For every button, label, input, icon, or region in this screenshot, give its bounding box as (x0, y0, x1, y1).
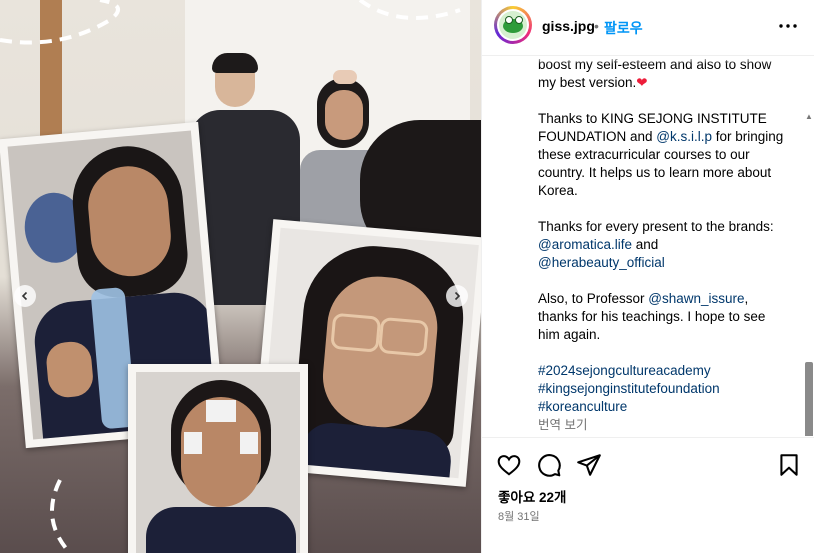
post-date[interactable]: 8월 31일 (498, 508, 540, 524)
avatar[interactable] (494, 6, 532, 44)
scroll-up-arrow-icon[interactable]: ▲ (805, 112, 813, 121)
caption-paragraph-2: Thanks to KING SEJONG INSTITUTE FOUNDATI… (538, 111, 784, 198)
like-count[interactable]: 좋아요 22개 (498, 486, 566, 506)
caption-scrollbar[interactable]: ▲ ▼ (802, 112, 814, 436)
mention-shawn-issure[interactable]: @shawn_issure (648, 291, 744, 306)
scroll-thumb[interactable] (805, 362, 813, 436)
mention-herabeauty[interactable]: @herabeauty_official (538, 255, 665, 270)
action-bar: 좋아요 22개 8월 31일 (482, 437, 814, 553)
hashtag-list: #2024sejongcultureacademy #kingsejongins… (538, 362, 790, 416)
caption-paragraph-4: Also, to Professor @shawn_issure, thanks… (538, 291, 766, 342)
chevron-left-icon (21, 291, 28, 301)
translate-link[interactable]: 번역 보기 (538, 416, 790, 434)
frog-avatar-icon (499, 11, 527, 39)
mention-aromatica[interactable]: @aromatica.life (538, 237, 632, 252)
paper-plane-icon[interactable] (576, 452, 602, 478)
follow-button[interactable]: 팔로우 (604, 18, 643, 38)
collage-photo-3 (128, 364, 308, 553)
carousel-next-button[interactable] (446, 285, 468, 307)
separator-dot: • (594, 18, 599, 34)
hashtag-link[interactable]: #koreanculture (538, 398, 790, 416)
red-heart-icon: ❤ (636, 75, 648, 90)
comment-bubble-icon[interactable] (536, 452, 562, 478)
mention-ksilp[interactable]: @k.s.i.l.p (656, 129, 712, 144)
heart-outline-icon[interactable] (496, 452, 522, 478)
chevron-right-icon (454, 291, 461, 301)
hashtag-link[interactable]: #2024sejongcultureacademy (538, 362, 790, 380)
post-side-panel: giss.jpg • 팔로우 boost my self-esteem and … (481, 0, 814, 553)
more-horizontal-icon[interactable] (776, 14, 800, 38)
username-link[interactable]: giss.jpg (542, 18, 595, 34)
post-image[interactable] (0, 0, 481, 553)
hashtag-link[interactable]: #kingsejonginstitutefoundation (538, 380, 790, 398)
post-header: giss.jpg • 팔로우 (482, 0, 814, 56)
bookmark-icon[interactable] (776, 452, 802, 478)
caption-paragraph-3: Thanks for every present to the brands: … (538, 219, 774, 270)
carousel-prev-button[interactable] (14, 285, 36, 307)
caption-text: boost my self-esteem and also to show my… (538, 56, 790, 434)
caption-area[interactable]: boost my self-esteem and also to show my… (482, 56, 814, 436)
